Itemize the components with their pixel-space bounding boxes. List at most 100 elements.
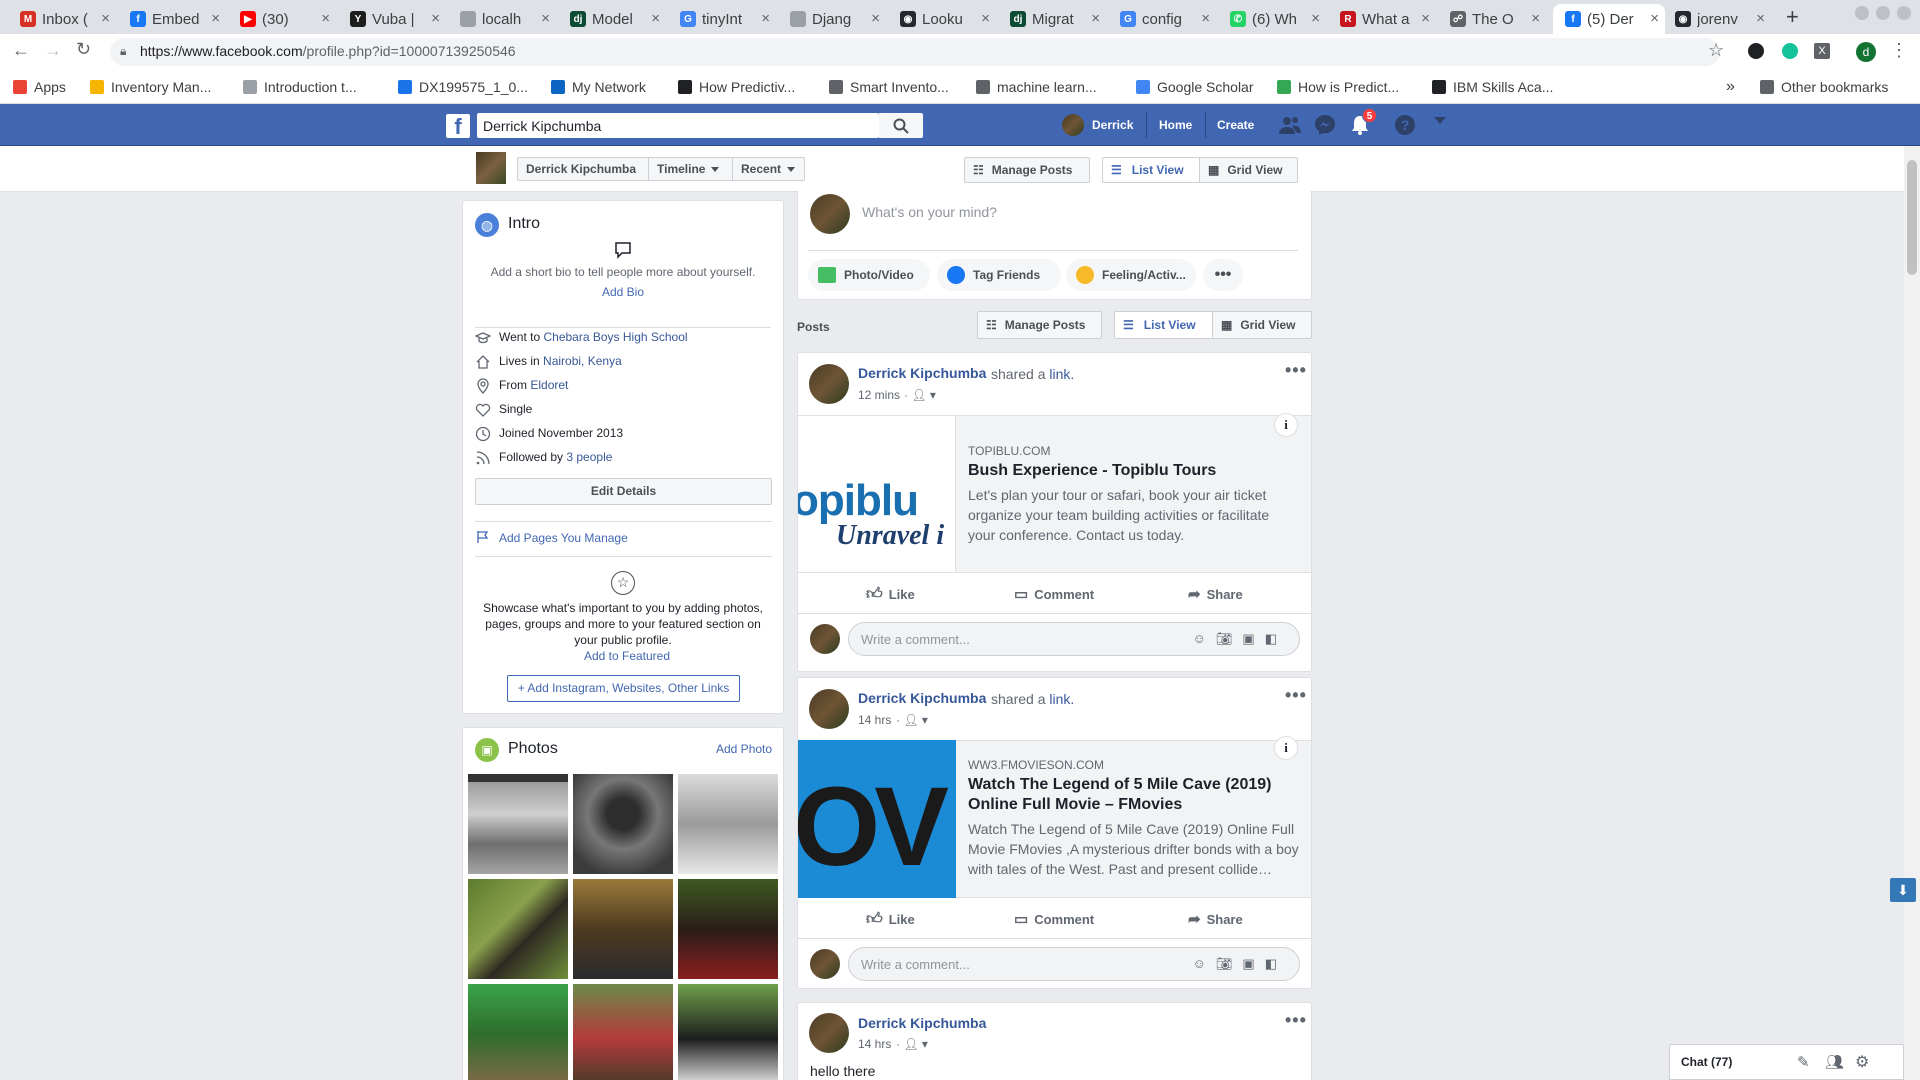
share-button[interactable]: ➦ Share: [1188, 910, 1243, 928]
photo-video-button[interactable]: Photo/Video: [808, 259, 930, 291]
search-button[interactable]: [879, 113, 923, 138]
bookmark-item[interactable]: Google Scholar: [1136, 79, 1254, 95]
photo-thumbnail[interactable]: [468, 879, 568, 979]
post-timestamp[interactable]: 12 mins: [858, 388, 900, 402]
post-action-link[interactable]: link.: [1049, 366, 1074, 382]
browser-tab[interactable]: f Embed ×: [118, 4, 226, 34]
comment-button[interactable]: ▭ Comment: [1014, 585, 1094, 603]
from-link[interactable]: Eldoret: [530, 378, 568, 392]
tab-close-icon[interactable]: ×: [1650, 10, 1659, 27]
maximize-button[interactable]: [1876, 6, 1890, 20]
edit-details-button[interactable]: Edit Details: [475, 478, 772, 505]
bookmark-item[interactable]: machine learn...: [976, 79, 1097, 95]
grid-view-button[interactable]: ▦ Grid View: [1199, 157, 1298, 183]
post-timestamp[interactable]: 14 hrs: [858, 713, 891, 727]
back-icon[interactable]: ←: [12, 40, 30, 61]
chat-bar[interactable]: Chat (77) ✎ 👥︎ ⚙: [1669, 1044, 1904, 1080]
comment-tools-icons[interactable]: ☺📷︎▣◧: [1193, 631, 1287, 647]
post-timestamp[interactable]: 14 hrs: [858, 1037, 891, 1051]
post-author-link[interactable]: Derrick Kipchumba: [858, 365, 986, 381]
school-link[interactable]: Chebara Boys High School: [543, 330, 687, 344]
tab-close-icon[interactable]: ×: [871, 10, 880, 27]
comment-input[interactable]: Write a comment... ☺📷︎▣◧: [848, 622, 1300, 656]
recent-dropdown[interactable]: Recent: [732, 157, 805, 181]
grammarly-icon[interactable]: [1782, 43, 1798, 59]
browser-tab[interactable]: localh ×: [448, 4, 556, 34]
audience-icon[interactable]: · 👤︎ ▾: [896, 1037, 928, 1051]
photo-thumbnail[interactable]: [678, 774, 778, 874]
forward-icon[interactable]: →: [44, 40, 62, 61]
lives-link[interactable]: Nairobi, Kenya: [543, 354, 622, 368]
gear-icon[interactable]: ⚙: [1855, 1052, 1869, 1072]
tab-close-icon[interactable]: ×: [1091, 10, 1100, 27]
profile-avatar-icon[interactable]: d: [1856, 42, 1876, 62]
new-tab-button[interactable]: +: [1786, 4, 1799, 30]
bookmark-item[interactable]: Introduction t...: [243, 79, 357, 95]
more-options-button[interactable]: •••: [1203, 259, 1243, 291]
tab-close-icon[interactable]: ×: [541, 10, 550, 27]
audience-icon[interactable]: · 👤︎ ▾: [904, 388, 936, 402]
browser-tab[interactable]: ☍ The O ×: [1438, 4, 1546, 34]
bookmark-item[interactable]: How Predictiv...: [678, 79, 795, 95]
bookmark-item[interactable]: Smart Invento...: [829, 79, 949, 95]
info-icon[interactable]: i: [1274, 736, 1298, 760]
comment-tools-icons[interactable]: ☺📷︎▣◧: [1193, 956, 1287, 972]
link-thumbnail[interactable]: opiblu Unravel i: [798, 415, 956, 573]
photo-thumbnail[interactable]: [573, 984, 673, 1080]
browser-tab[interactable]: ◉ Looku ×: [888, 4, 996, 34]
tab-close-icon[interactable]: ×: [651, 10, 660, 27]
add-to-featured-link[interactable]: Add to Featured: [462, 649, 792, 663]
profile-name-button[interactable]: Derrick Kipchumba: [517, 157, 649, 181]
browser-tab[interactable]: R What a ×: [1328, 4, 1436, 34]
list-view-button[interactable]: ☰ List View: [1102, 157, 1200, 183]
scrollbar-thumb[interactable]: [1907, 160, 1917, 275]
bookmark-item[interactable]: How is Predict...: [1277, 79, 1399, 95]
photo-thumbnail[interactable]: [468, 984, 568, 1080]
comment-button[interactable]: ▭ Comment: [1014, 910, 1094, 928]
profile-thumbnail[interactable]: [476, 152, 506, 184]
reload-icon[interactable]: ↻: [76, 39, 91, 60]
more-bookmarks-button[interactable]: »: [1726, 78, 1735, 96]
nav-profile-link[interactable]: Derrick: [1092, 118, 1133, 132]
browser-tab[interactable]: ◉ jorenv ×: [1663, 4, 1771, 34]
list-view-button-2[interactable]: ☰ List View: [1114, 311, 1213, 339]
add-bio-link[interactable]: Add Bio: [462, 285, 784, 299]
tab-close-icon[interactable]: ×: [1421, 10, 1430, 27]
browser-tab[interactable]: Y Vuba | ×: [338, 4, 446, 34]
close-window-button[interactable]: [1897, 6, 1911, 20]
post-action-link[interactable]: link.: [1049, 691, 1074, 707]
tab-close-icon[interactable]: ×: [1531, 10, 1540, 27]
facebook-logo-icon[interactable]: f: [446, 114, 470, 139]
browser-tab[interactable]: GtinyInt ×: [668, 4, 776, 34]
grid-view-button-2[interactable]: ▦ Grid View: [1212, 311, 1312, 339]
link-title[interactable]: Bush Experience - Topiblu Tours: [968, 461, 1298, 481]
timeline-dropdown[interactable]: Timeline: [648, 157, 733, 181]
like-button[interactable]: 👍︎ Like: [866, 910, 915, 929]
facebook-search-input[interactable]: [477, 113, 879, 138]
download-arrow-icon[interactable]: ⬇: [1890, 878, 1916, 902]
browser-tab[interactable]: Djang ×: [778, 4, 886, 34]
account-menu-caret-icon[interactable]: [1434, 117, 1446, 124]
extension-icon[interactable]: [1748, 43, 1764, 59]
tab-close-icon[interactable]: ×: [431, 10, 440, 27]
browser-tab[interactable]: ▶ (30) ×: [228, 4, 336, 34]
share-button[interactable]: ➦ Share: [1188, 585, 1243, 603]
link-title[interactable]: Watch The Legend of 5 Mile Cave (2019) O…: [968, 775, 1298, 815]
photo-thumbnail[interactable]: [573, 774, 673, 874]
post-author-link[interactable]: Derrick Kipchumba: [858, 690, 986, 706]
tab-close-icon[interactable]: ×: [321, 10, 330, 27]
photo-thumbnail[interactable]: [573, 879, 673, 979]
browser-tab[interactable]: Gconfig ×: [1108, 4, 1216, 34]
post-options-icon[interactable]: •••: [1285, 360, 1307, 381]
photo-thumbnail[interactable]: [468, 774, 568, 874]
tab-close-icon[interactable]: ×: [211, 10, 220, 27]
minimize-button[interactable]: [1855, 6, 1869, 20]
comment-input[interactable]: Write a comment... ☺📷︎▣◧: [848, 947, 1300, 981]
link-thumbnail[interactable]: IOV: [798, 740, 956, 898]
info-icon[interactable]: i: [1274, 413, 1298, 437]
menu-kebab-icon[interactable]: ⋮: [1890, 40, 1908, 61]
bookmark-item[interactable]: Apps: [13, 79, 66, 95]
browser-tab[interactable]: dj Model ×: [558, 4, 666, 34]
add-links-button[interactable]: + Add Instagram, Websites, Other Links: [507, 675, 740, 702]
audience-icon[interactable]: · 👤︎ ▾: [896, 713, 928, 727]
